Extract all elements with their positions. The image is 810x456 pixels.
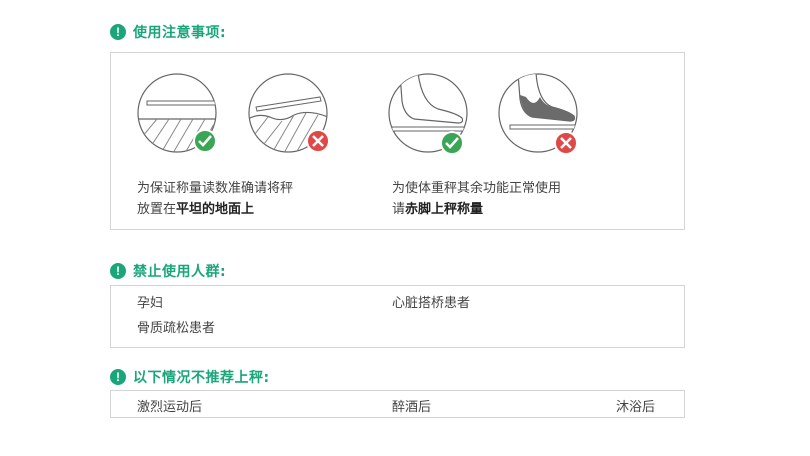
list-item: 醉酒后 [392, 400, 432, 415]
section-title: 使用注意事项: [133, 25, 227, 41]
barefoot-instruction-line2: 请赤脚上秤称量 [392, 198, 483, 217]
list-item: 激烈运动后 [137, 400, 203, 415]
not-recommended-panel: 激烈运动后 醉酒后 沐浴后 [110, 390, 685, 418]
list-item: 心脏搭桥患者 [392, 296, 471, 311]
exclamation-icon: ! [110, 24, 126, 40]
flat-floor-illustration-icon [137, 73, 217, 153]
barefoot-instruction-line1: 为使体重秤其余功能正常使用 [392, 181, 562, 196]
floor-instruction-line1: 为保证称量读数准确请将秤 [137, 181, 294, 196]
barefoot-instruction-prefix: 请 [392, 202, 406, 217]
sock-foot-illustration-icon [498, 73, 578, 155]
uneven-floor-illustration-icon [248, 73, 330, 153]
list-item: 沐浴后 [616, 400, 656, 415]
section-heading-not-recommended: ! 以下情况不推荐上秤: [110, 367, 270, 387]
floor-instruction-emphasis: 平坦的地面上 [176, 202, 255, 217]
section-title: 禁止使用人群: [133, 264, 227, 280]
list-item: 骨质疏松患者 [137, 321, 216, 336]
barefoot-instruction-emphasis: 赤脚上秤称量 [405, 202, 484, 217]
list-item: 孕妇 [137, 296, 164, 311]
usage-notes-panel: 为保证称量读数准确请将秤 放置在平坦的地面上 为使体重秤其余功能正常使用 请赤脚… [110, 52, 685, 230]
section-heading-usage-notes: ! 使用注意事项: [110, 22, 226, 42]
section-heading-forbidden: ! 禁止使用人群: [110, 261, 226, 281]
section-title: 以下情况不推荐上秤: [133, 370, 270, 386]
floor-instruction-prefix: 放置在 [137, 202, 177, 217]
exclamation-icon: ! [110, 369, 126, 385]
floor-instruction-line2: 放置在平坦的地面上 [137, 198, 254, 217]
barefoot-illustration-icon [388, 73, 468, 155]
exclamation-icon: ! [110, 263, 126, 279]
forbidden-users-panel: 孕妇 心脏搭桥患者 骨质疏松患者 [110, 285, 685, 348]
